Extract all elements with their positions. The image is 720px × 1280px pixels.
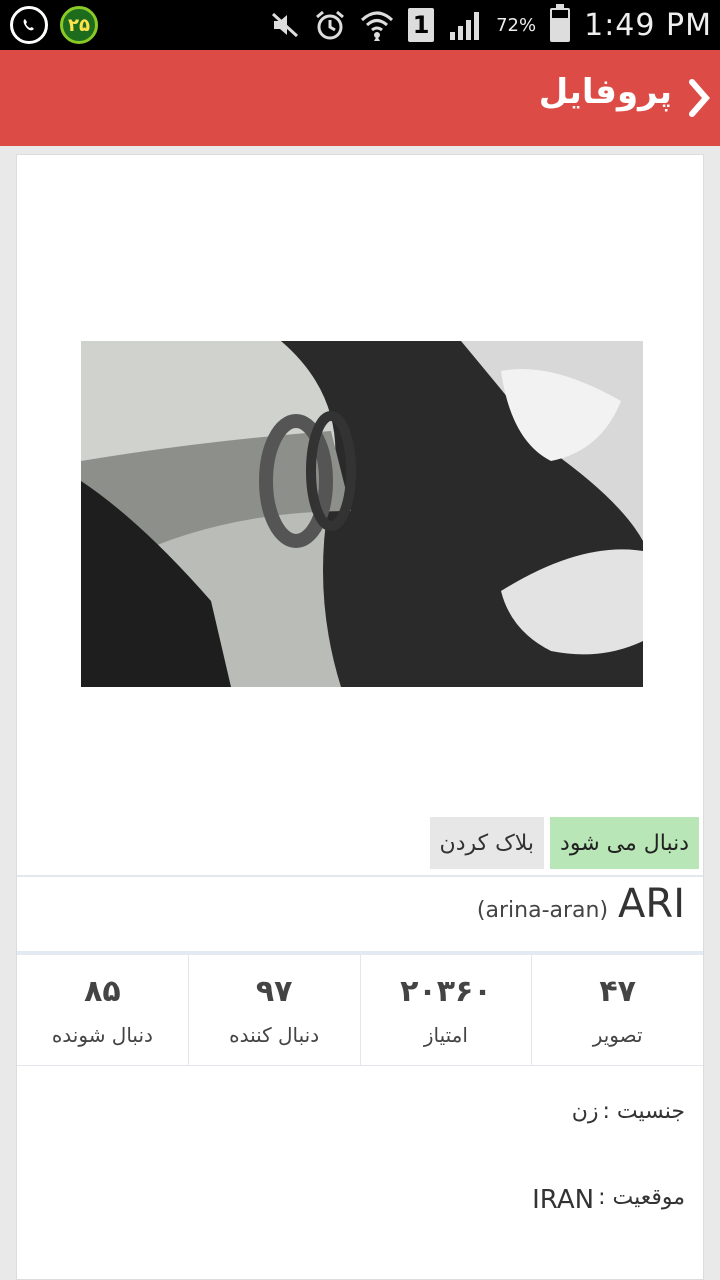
stat-followers[interactable]: ۹۷ دنبال کننده: [187, 955, 360, 1065]
profile-photo[interactable]: [81, 341, 643, 687]
profile-card: دنبال می شود بلاک کردن (arina-aran) ARI …: [16, 154, 704, 1280]
stat-label: امتیاز: [423, 1022, 468, 1047]
alarm-icon: [314, 9, 346, 41]
clock: 1:49 PM: [584, 7, 712, 43]
stat-label: دنبال شونده: [51, 1022, 153, 1047]
stat-value: ۴۷: [599, 973, 636, 1009]
page-title: پروفایل: [538, 72, 672, 112]
location-label: موقعیت :: [598, 1185, 685, 1210]
sim-icon: 1: [408, 8, 435, 42]
stat-value: ۲۰۳۶۰: [400, 973, 492, 1009]
gender-label: جنسیت :: [602, 1099, 685, 1124]
status-bar: ۲۵ 1 72% 1:49 PM: [0, 0, 720, 50]
notification-badge: ۲۵: [60, 6, 98, 44]
stat-following[interactable]: ۸۵ دنبال شونده: [17, 955, 188, 1065]
mute-icon: [270, 10, 300, 40]
follow-button[interactable]: دنبال می شود: [550, 817, 699, 869]
stat-value: ۹۷: [255, 973, 293, 1009]
stat-value: ۸۵: [84, 973, 121, 1009]
wifi-icon: [360, 8, 394, 42]
cut-off-text-row: [125, 1265, 685, 1279]
username: (arina-aran): [476, 898, 609, 923]
stat-points[interactable]: ۲۰۳۶۰ امتیاز: [359, 955, 532, 1065]
back-chevron-icon[interactable]: [684, 78, 714, 118]
display-name: ARI: [618, 881, 685, 927]
battery-percent: 72%: [496, 14, 537, 36]
gender-value: زن: [571, 1099, 599, 1124]
location-row: موقعیت : IRAN: [532, 1185, 685, 1215]
profile-name-row: (arina-aran) ARI: [477, 881, 685, 949]
divider: [17, 1065, 703, 1066]
profile-actions: دنبال می شود بلاک کردن: [429, 817, 699, 869]
whatsapp-icon: [10, 6, 48, 44]
stats-row: ۴۷ تصویر ۲۰۳۶۰ امتیاز ۹۷ دنبال کننده ۸۵ …: [17, 955, 703, 1065]
block-button[interactable]: بلاک کردن: [429, 817, 545, 869]
location-value: IRAN: [532, 1185, 595, 1215]
divider: [17, 875, 703, 877]
gender-row: جنسیت : زن: [572, 1099, 685, 1124]
battery-icon: [550, 4, 571, 42]
app-bar: پروفایل: [0, 50, 720, 146]
stat-label: دنبال کننده: [229, 1022, 320, 1047]
stat-label: تصویر: [592, 1022, 643, 1047]
signal-icon: [448, 8, 482, 42]
stat-photos[interactable]: ۴۷ تصویر: [531, 955, 703, 1065]
